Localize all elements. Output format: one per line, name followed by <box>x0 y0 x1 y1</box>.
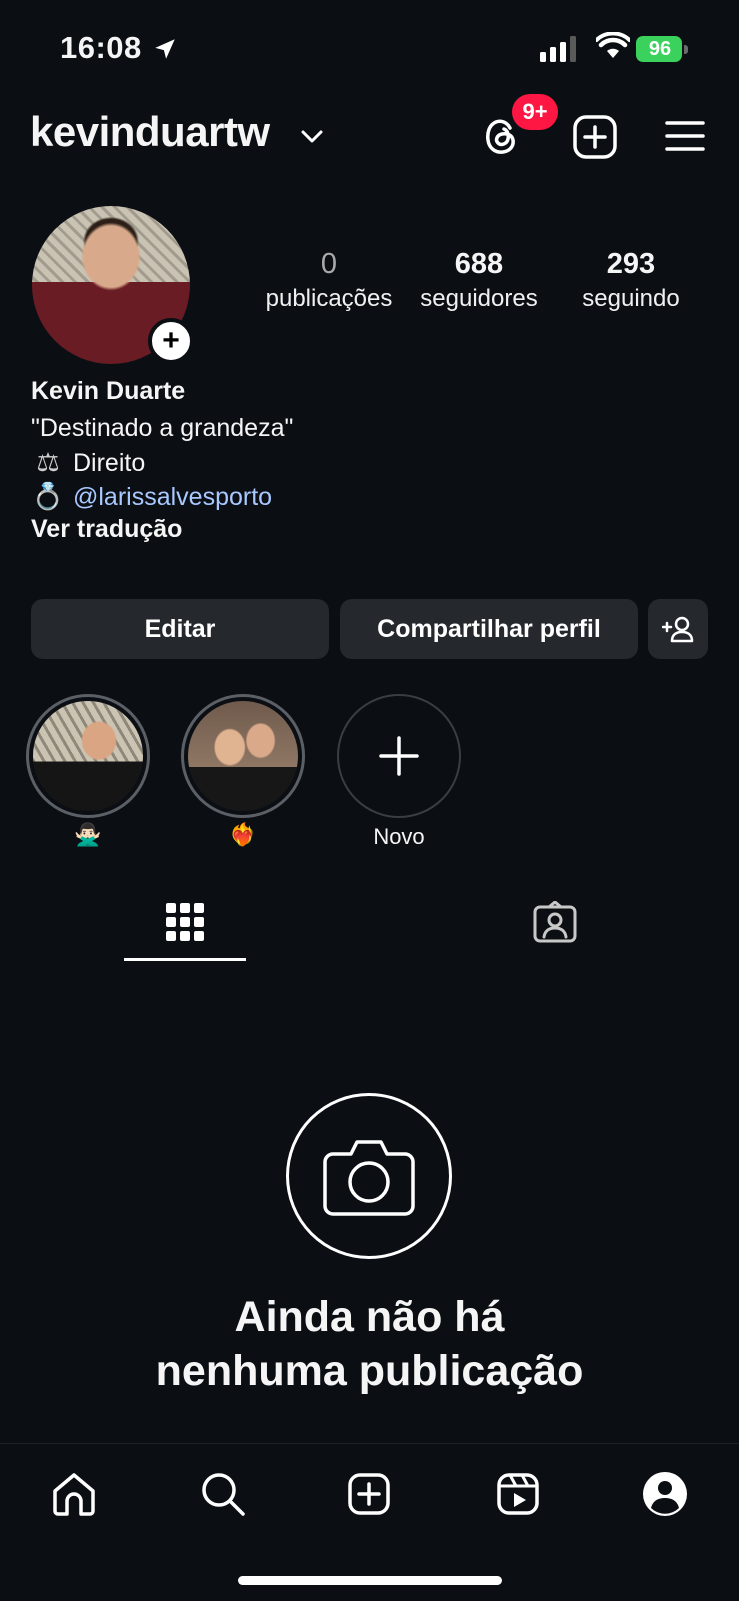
highlight-cover <box>188 701 298 811</box>
edit-profile-button[interactable]: Editar <box>31 599 329 659</box>
nav-profile[interactable] <box>637 1466 693 1522</box>
highlight-label: ❤️‍🔥 <box>229 822 257 847</box>
location-arrow-icon <box>155 39 175 59</box>
stat-following-value: 293 <box>606 248 656 280</box>
camera-icon <box>323 1140 415 1216</box>
stat-following[interactable]: 293 seguindo <box>556 248 706 313</box>
highlight-label: Novo <box>373 824 425 849</box>
add-story-icon[interactable]: + <box>148 318 194 364</box>
profile-username[interactable]: kevinduartw <box>30 108 270 156</box>
empty-state-title: Ainda não há nenhuma publicação <box>0 1290 739 1398</box>
battery-level: 96 <box>648 38 672 60</box>
stat-posts[interactable]: 0 publicações <box>254 248 404 313</box>
nav-search[interactable] <box>195 1466 251 1522</box>
tagged-icon <box>533 901 577 943</box>
empty-title-line: nenhuma publicação <box>155 1347 584 1395</box>
tab-posts-grid[interactable] <box>124 880 246 964</box>
status-time: 16:08 <box>60 30 142 65</box>
scales-icon: ⚖ <box>36 447 60 477</box>
stat-followers[interactable]: 688 seguidores <box>404 248 554 313</box>
stat-followers-label: seguidores <box>420 285 538 312</box>
bio-line: "Destinado a grandeza" <box>31 414 294 442</box>
reels-icon <box>497 1473 539 1515</box>
cellular-signal-icon <box>540 36 576 62</box>
stat-posts-label: publicações <box>265 285 393 312</box>
nav-home[interactable] <box>46 1466 102 1522</box>
new-post-icon[interactable] <box>572 114 618 160</box>
empty-title-line: Ainda não há <box>234 1293 505 1341</box>
profile-name: Kevin Duarte <box>31 377 186 405</box>
menu-icon[interactable] <box>664 118 706 154</box>
nav-create[interactable] <box>341 1466 397 1522</box>
story-highlight[interactable] <box>26 694 150 818</box>
plus-icon <box>379 736 419 776</box>
active-tab-indicator <box>124 958 246 961</box>
empty-state-camera[interactable] <box>286 1093 452 1259</box>
bio-text: Direito <box>73 449 146 477</box>
share-profile-button[interactable]: Compartilhar perfil <box>340 599 638 659</box>
battery-charging-icon: 96 <box>636 36 688 64</box>
highlight-cover <box>33 701 143 811</box>
new-highlight-button[interactable] <box>337 694 461 818</box>
ring-icon: 💍 <box>31 481 65 511</box>
stat-following-label: seguindo <box>582 285 680 312</box>
see-translation-link[interactable]: Ver tradução <box>31 515 182 544</box>
create-icon <box>348 1473 390 1515</box>
highlight-label: 🙅🏻‍♂️ <box>74 822 102 847</box>
stat-posts-value: 0 <box>320 248 338 280</box>
search-icon <box>202 1473 245 1516</box>
chevron-down-icon[interactable] <box>300 128 324 146</box>
profile-icon <box>643 1472 687 1516</box>
stat-followers-value: 688 <box>454 248 504 280</box>
nav-reels[interactable] <box>490 1466 546 1522</box>
home-indicator <box>238 1576 502 1585</box>
tab-tagged[interactable] <box>494 880 616 964</box>
bio-line: 💍 @larissalvesporto <box>31 481 272 512</box>
wifi-icon <box>596 32 630 58</box>
notification-badge: 9+ <box>512 94 558 130</box>
story-highlight[interactable] <box>181 694 305 818</box>
discover-people-button[interactable] <box>648 599 708 659</box>
add-person-icon <box>662 616 694 643</box>
home-icon <box>53 1473 95 1516</box>
status-bar: 16:08 96 <box>0 0 739 90</box>
grid-icon <box>166 903 204 941</box>
bio-line: ⚖ Direito <box>31 447 145 478</box>
bio-mention-link[interactable]: @larissalvesporto <box>73 483 272 511</box>
